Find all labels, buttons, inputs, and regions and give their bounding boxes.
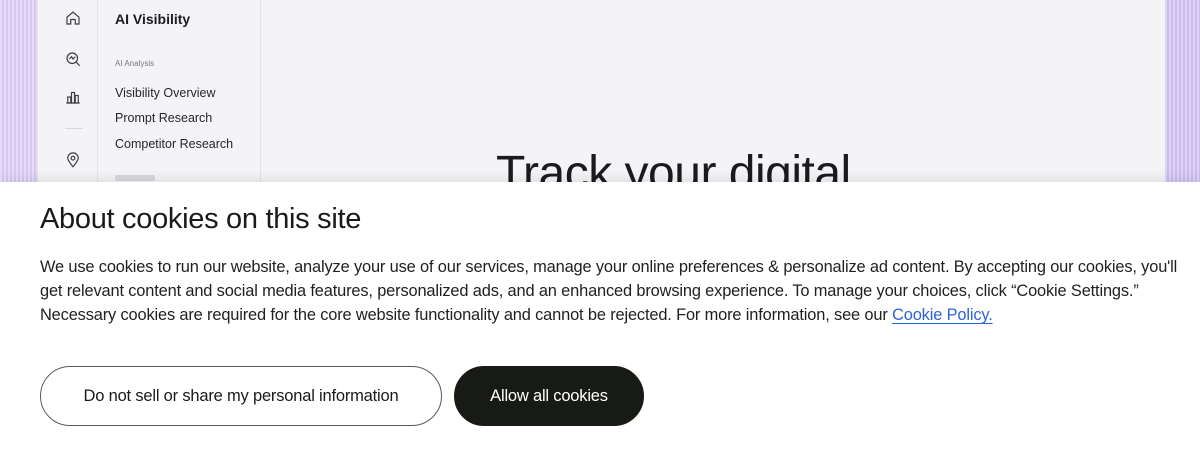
home-icon[interactable]: [63, 8, 83, 28]
icon-rail: [38, 0, 98, 182]
nav-panel: AI Visibility AI Analysis Visibility Ove…: [99, 0, 261, 182]
nav-item-partially-hidden: [115, 175, 155, 181]
nav-item-competitor-research[interactable]: Competitor Research: [115, 137, 233, 151]
cookie-description: We use cookies to run our website, analy…: [40, 255, 1180, 327]
main-content: Track your digital: [262, 0, 1165, 182]
location-pin-icon[interactable]: [63, 150, 83, 170]
cookie-policy-link[interactable]: Cookie Policy.: [892, 306, 993, 324]
search-analytics-icon[interactable]: [63, 49, 83, 69]
do-not-sell-button[interactable]: Do not sell or share my personal informa…: [40, 366, 442, 426]
cookie-banner: About cookies on this site We use cookie…: [0, 182, 1200, 450]
hero-heading: Track your digital: [496, 147, 851, 182]
nav-section-label: AI Analysis: [115, 59, 155, 68]
background-edge: [1165, 0, 1200, 182]
cookie-body-text: We use cookies to run our website, analy…: [40, 258, 1178, 324]
nav-title: AI Visibility: [115, 11, 191, 27]
bar-chart-icon[interactable]: [63, 87, 83, 107]
app-background: AI Visibility AI Analysis Visibility Ove…: [0, 0, 1200, 182]
nav-item-prompt-research[interactable]: Prompt Research: [115, 111, 212, 125]
allow-all-cookies-button[interactable]: Allow all cookies: [454, 366, 644, 426]
cookie-title: About cookies on this site: [40, 203, 362, 235]
nav-item-visibility-overview[interactable]: Visibility Overview: [115, 86, 216, 100]
app-window: AI Visibility AI Analysis Visibility Ove…: [37, 0, 1165, 182]
rail-divider: [65, 128, 83, 129]
